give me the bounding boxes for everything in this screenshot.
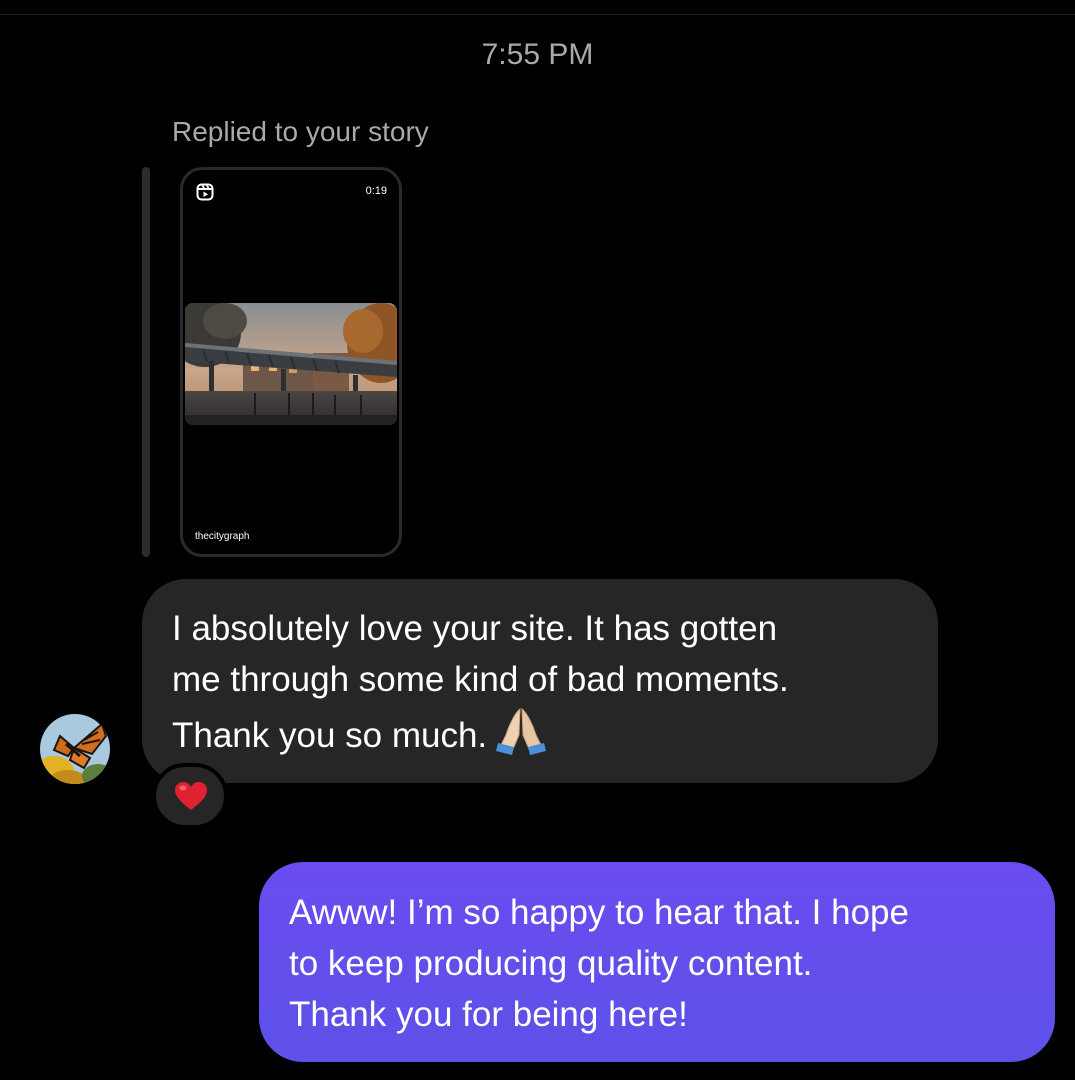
reels-icon <box>196 182 214 202</box>
message-timestamp: 7:55 PM <box>481 38 594 71</box>
story-username: thecitygraph <box>195 531 250 542</box>
incoming-message-bubble[interactable]: I absolutely love your site. It has gott… <box>142 579 938 783</box>
story-preview[interactable]: 0:19 thecitygraph <box>180 167 402 557</box>
message-reaction[interactable] <box>152 763 228 829</box>
outgoing-message-line: Thank you for being here! <box>289 995 688 1034</box>
reply-quote-bar <box>142 167 150 557</box>
butterfly-avatar-image <box>40 714 110 784</box>
heart-icon <box>174 781 208 811</box>
outgoing-message-bubble[interactable]: Awww! I’m so happy to hear that. I hope … <box>259 862 1055 1062</box>
outgoing-message-line: to keep producing quality content. <box>289 944 813 983</box>
sender-avatar[interactable] <box>40 714 110 784</box>
incoming-message-line: Thank you so much. <box>172 716 488 755</box>
folded-hands-emoji <box>495 705 547 769</box>
story-reply-label: Replied to your story <box>172 116 429 147</box>
story-duration: 0:19 <box>365 185 387 197</box>
top-divider <box>0 14 1075 15</box>
outgoing-message-line: Awww! I’m so happy to hear that. I hope <box>289 893 909 932</box>
story-thumbnail-image <box>185 303 397 425</box>
incoming-message-line: I absolutely love your site. It has gott… <box>172 609 778 648</box>
incoming-message-line: me through some kind of bad moments. <box>172 660 789 699</box>
